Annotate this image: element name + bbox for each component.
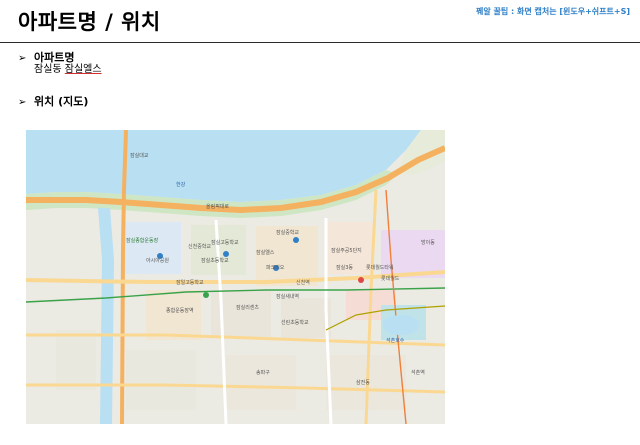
map-label: 올림픽대로 <box>206 204 230 210</box>
apartment-name: 잠실엘스 <box>64 64 102 75</box>
map-label: 잠실3동 <box>336 265 353 271</box>
map-label: 잠일고등학교 <box>176 280 204 286</box>
map-label: 석촌역 <box>411 370 425 376</box>
capture-tip: 꿰알 꿀팁 : 화면 캡처는 [윈도우+쉬프트+S] <box>475 7 630 16</box>
apartment-value: 잠실동 잠실엘스 <box>34 60 102 75</box>
section-title-location: 위치 (지도) <box>34 95 89 108</box>
map-label: 잠실엘스 <box>256 250 275 256</box>
map-label: 아시아공원 <box>146 258 170 264</box>
arrow-bullet-icon: ➢ <box>18 97 27 108</box>
map-label: 잠실초등학교 <box>201 258 229 264</box>
map-label: 파크리오 <box>266 265 285 271</box>
map-label: 잠실새내역 <box>276 294 300 300</box>
map-label: 롯데월드 <box>381 276 400 282</box>
map-label: 방이동 <box>421 240 435 246</box>
map-label: 잠실중학교 <box>276 230 300 236</box>
arrow-bullet-icon: ➢ <box>18 53 27 64</box>
map-label: 신천중학교 <box>188 244 212 250</box>
map-label: 잠실리센츠 <box>236 305 260 311</box>
map-label: 잠실주공5단지 <box>331 248 362 254</box>
map-label: 삼전동 <box>356 380 370 386</box>
map-label: 롯데월드타워 <box>366 265 394 271</box>
section-location: ➢ 위치 (지도) <box>18 90 88 109</box>
page-title: 아파트명 / 위치 <box>18 10 161 34</box>
page-header: 아파트명 / 위치 꿰알 꿀팁 : 화면 캡처는 [윈도우+쉬프트+S] <box>0 0 640 43</box>
map-label: 잠실종합운동장 <box>126 238 159 244</box>
section-apartment: ➢ 아파트명 잠실동 잠실엘스 <box>18 46 102 75</box>
map-label: 한강 <box>176 182 186 188</box>
map-label: 신천역 <box>296 280 310 286</box>
map-label: 석촌호수 <box>386 338 405 344</box>
map-label: 잠실대교 <box>130 153 149 159</box>
map-label: 종합운동장역 <box>166 308 194 314</box>
location-map[interactable]: 한강 올림픽대로 잠실대교 잠실엘스 잠실고등학교 신천중학교 잠실중학교 잠실… <box>26 130 445 424</box>
map-label: 송파구 <box>256 370 270 376</box>
apartment-location: 잠실동 <box>34 64 65 75</box>
map-label: 잠실고등학교 <box>211 240 239 246</box>
map-label: 선린초등학교 <box>281 320 309 326</box>
